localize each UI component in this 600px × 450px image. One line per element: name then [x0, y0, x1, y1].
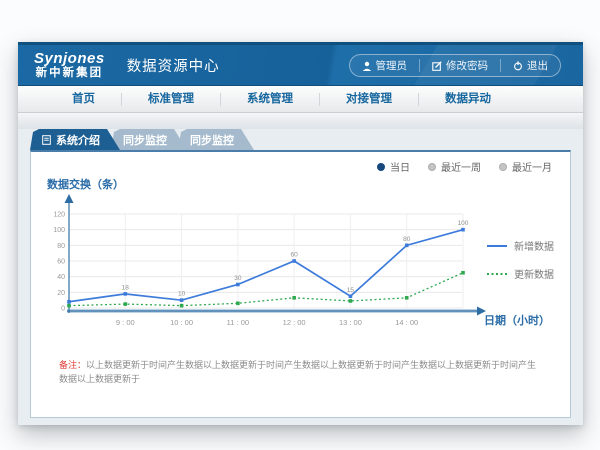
svg-text:100: 100	[53, 227, 65, 234]
logout-button[interactable]: 退出	[500, 59, 560, 72]
footnote: 备注：以上数据更新于时间产生数据以上数据更新于时间产生数据以上数据更新于时间产生…	[59, 359, 541, 386]
svg-text:14 : 00: 14 : 00	[395, 318, 418, 327]
tab-label: 同步监控	[123, 132, 167, 148]
svg-text:15: 15	[347, 287, 355, 294]
tab-bar: 系统介绍 同步监控 同步监控	[18, 129, 583, 150]
tab-3[interactable]: 同步监控	[178, 129, 254, 150]
app-window: Synjones 新中新集团 数据资源中心 管理员 修改密码 退出 首页标准管理…	[18, 42, 583, 425]
user-menu: 管理员 修改密码 退出	[349, 54, 562, 77]
tab-label: 同步监控	[190, 132, 234, 148]
footnote-text: 以上数据更新于时间产生数据以上数据更新于时间产生数据以上数据更新于时间产生数据以…	[59, 360, 536, 384]
tab-label: 系统介绍	[56, 132, 100, 148]
legend-label: 新增数据	[514, 238, 554, 253]
logo-text-cn: 新中新集团	[34, 67, 105, 79]
chart-svg: 0 20 40 60 80 100 120 9 : 00 10 : 00 11 : 00 12 : …	[39, 190, 491, 340]
footnote-label: 备注：	[59, 360, 86, 370]
svg-text:9 : 00: 9 : 00	[116, 318, 135, 327]
svg-text:30: 30	[234, 275, 242, 282]
logo-text-en: Synjones	[34, 51, 105, 67]
chart-x-axis-title: 日期（小时）	[484, 312, 550, 328]
nav-item-4[interactable]: 对接管理	[319, 93, 418, 106]
svg-text:60: 60	[291, 252, 299, 259]
time-filter-group: 当日 最近一周 最近一月	[377, 159, 552, 174]
power-icon	[513, 61, 523, 71]
chart-legend: 新增数据更新数据	[487, 238, 554, 281]
legend-item-1: 新增数据	[487, 238, 554, 253]
legend-line-sample	[487, 271, 507, 277]
nav-item-3[interactable]: 系统管理	[220, 93, 319, 106]
legend-line-sample	[487, 243, 507, 249]
document-icon	[42, 135, 51, 145]
radio-selected-icon	[377, 163, 385, 171]
nav-item-1[interactable]: 首页	[46, 93, 121, 106]
radio-unselected-icon	[428, 163, 436, 171]
legend-item-2: 更新数据	[487, 266, 554, 281]
user-icon	[362, 61, 372, 71]
svg-text:12 : 00: 12 : 00	[283, 318, 306, 327]
company-logo: Synjones 新中新集团	[34, 51, 105, 79]
change-password-label: 修改密码	[446, 58, 488, 73]
radio-2[interactable]: 最近一周	[428, 159, 481, 174]
nav-sub-strip	[18, 113, 583, 129]
radio-label: 当日	[390, 159, 410, 174]
svg-text:120: 120	[53, 212, 65, 219]
nav-item-2[interactable]: 标准管理	[121, 93, 220, 106]
radio-label: 最近一月	[512, 159, 552, 174]
svg-text:0: 0	[61, 306, 65, 313]
radio-3[interactable]: 最近一月	[499, 159, 552, 174]
user-name-button[interactable]: 管理员	[350, 59, 420, 72]
tab-2[interactable]: 同步监控	[111, 129, 187, 150]
app-title: 数据资源中心	[127, 55, 220, 76]
svg-text:80: 80	[403, 236, 411, 243]
logout-label: 退出	[527, 58, 548, 73]
svg-text:20: 20	[57, 290, 65, 297]
change-password-button[interactable]: 修改密码	[419, 59, 500, 72]
radio-label: 最近一周	[441, 159, 481, 174]
tab-1[interactable]: 系统介绍	[30, 129, 120, 150]
radio-unselected-icon	[499, 163, 507, 171]
main-nav: 首页标准管理系统管理对接管理数据异动	[18, 86, 583, 113]
user-name-label: 管理员	[376, 58, 408, 73]
content-card: 当日最近一周最近一月 数据交换（条） 0204060801001209 : 00…	[30, 150, 571, 418]
nav-item-5[interactable]: 数据异动	[418, 93, 517, 106]
header: Synjones 新中新集团 数据资源中心 管理员 修改密码 退出	[18, 42, 583, 86]
svg-text:13 : 00: 13 : 00	[339, 318, 362, 327]
svg-text:60: 60	[57, 259, 65, 266]
svg-text:11 : 00: 11 : 00	[227, 318, 249, 327]
edit-icon	[432, 61, 442, 71]
svg-text:100: 100	[458, 220, 469, 227]
svg-text:10 : 00: 10 : 00	[170, 318, 193, 327]
radio-1[interactable]: 当日	[377, 159, 410, 174]
svg-text:80: 80	[57, 243, 65, 250]
svg-text:10: 10	[178, 291, 186, 298]
svg-text:40: 40	[57, 274, 65, 281]
svg-text:18: 18	[122, 284, 130, 291]
legend-label: 更新数据	[514, 266, 554, 281]
